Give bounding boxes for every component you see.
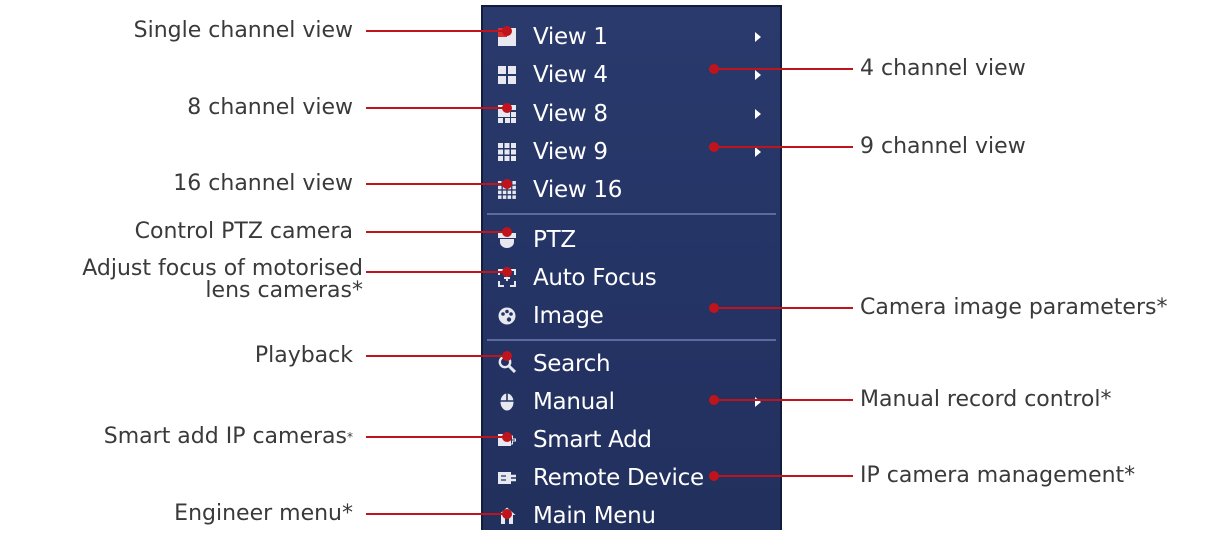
callout-dot [502,267,512,277]
callout-four-channel: 4 channel view [860,56,1026,81]
callout-engineer: Engineer menu* [174,501,353,526]
callout-dot [709,395,719,405]
callout-single-channel: Single channel view [133,18,353,43]
callout-eight-channel: 8 channel view [187,95,353,120]
callout-dot [502,179,512,189]
callout-ptz: Control PTZ camera [134,219,353,244]
callout-sixteen-channel: 16 channel view [173,171,353,196]
callout-dot [709,64,719,74]
callout-ip-camera-management: IP camera management* [860,463,1136,488]
callout-dot [502,26,512,36]
callout-manual-record: Manual record control* [860,387,1112,412]
callout-auto-focus-line1: Adjust focus of motorised [82,256,363,281]
callout-dot [502,351,512,361]
callout-smart-add-text: Smart add IP cameras [103,424,347,449]
callout-nine-channel: 9 channel view [860,134,1026,159]
callout-dot [502,432,512,442]
callout-image-parameters: Camera image parameters* [860,295,1168,320]
callout-dot [709,142,719,152]
callout-auto-focus: Adjust focus of motorised lens cameras* [8,258,363,302]
callout-dot [502,509,512,519]
callout-smart-add-star: * [347,430,353,444]
callout-playback: Playback [254,343,353,368]
callout-dot [502,103,512,113]
callout-dot [709,303,719,313]
callout-dot [709,471,719,481]
callout-dot [502,227,512,237]
callout-smart-add: Smart add IP cameras* [104,425,353,449]
callout-auto-focus-line2: lens cameras* [205,278,363,303]
